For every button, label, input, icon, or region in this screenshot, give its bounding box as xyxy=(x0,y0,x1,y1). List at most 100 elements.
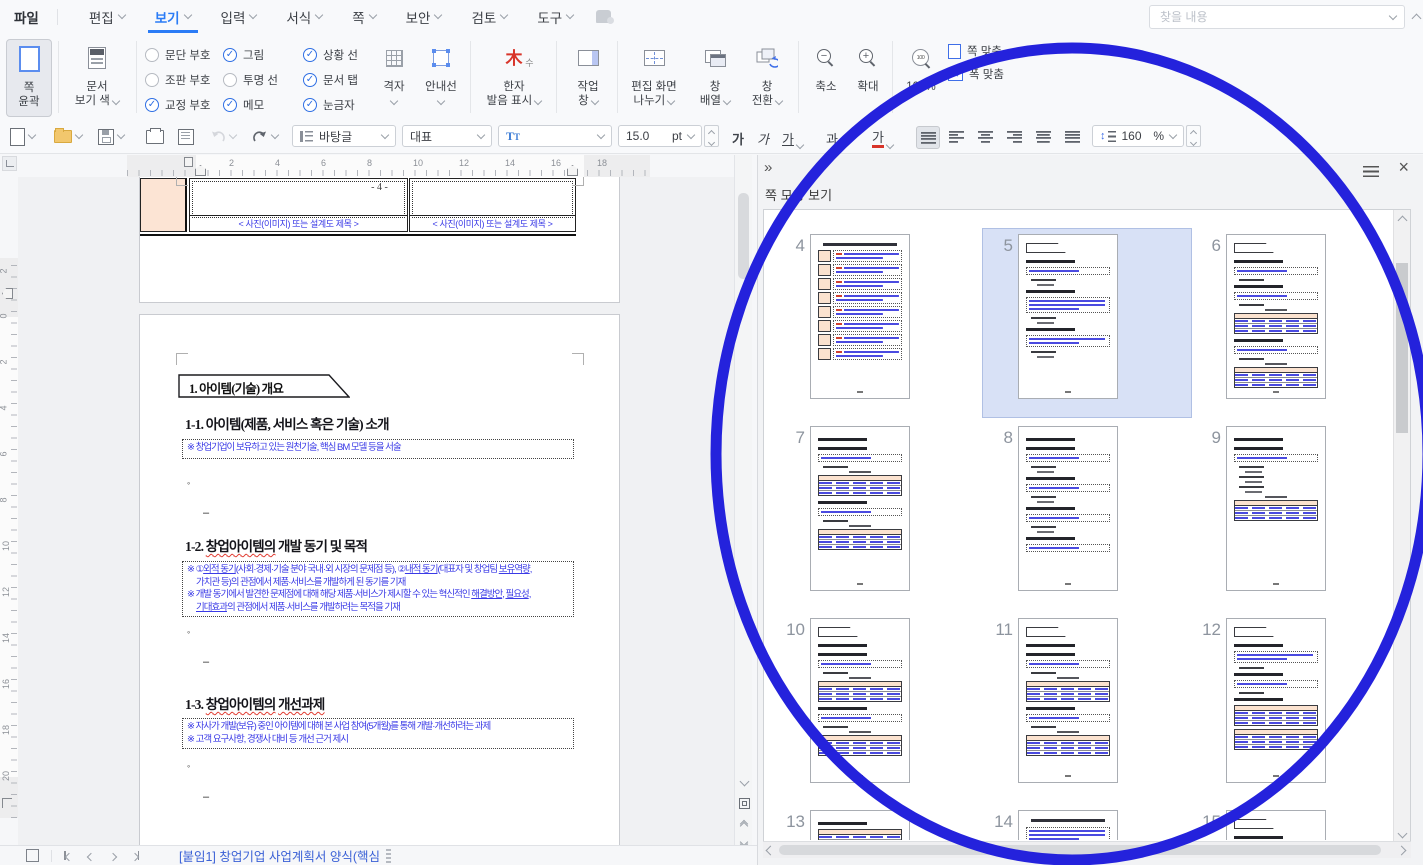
panel-close-icon[interactable]: × xyxy=(1398,157,1409,178)
font-combo[interactable]: TT xyxy=(498,125,612,147)
search-dropdown-icon[interactable] xyxy=(1389,11,1397,19)
panel-horizontal-scrollbar[interactable] xyxy=(763,841,1411,858)
page-thumbnail-13[interactable]: 13 xyxy=(775,805,983,840)
view-toggle-조판 부호[interactable]: 조판 부호 xyxy=(145,72,223,88)
char-overlap-button[interactable]: 과 xyxy=(826,126,847,150)
document-tab[interactable]: [붙임1] 창업기업 사업계획서 양식(핵심 xyxy=(179,846,380,865)
scrollbar-thumb[interactable] xyxy=(738,193,749,279)
menu-item-서식[interactable]: 서식 xyxy=(271,0,337,33)
italic-button[interactable]: 가 xyxy=(757,126,769,150)
spinner-down-icon[interactable] xyxy=(1190,138,1197,145)
page-thumbnail-8[interactable]: 8 xyxy=(983,421,1191,609)
heading-1-3[interactable]: 1-3. 창업아이템의 개선과제 xyxy=(185,693,325,713)
guideline-button[interactable]: 안내선 xyxy=(418,39,464,115)
grid-dropdown-icon[interactable] xyxy=(390,97,398,105)
guideline-dropdown-icon[interactable] xyxy=(437,97,445,105)
style-dropdown-icon[interactable] xyxy=(381,130,389,138)
page-thumbnail-11[interactable]: 11 xyxy=(983,613,1191,801)
redo-button[interactable] xyxy=(252,126,278,147)
search-box[interactable] xyxy=(1149,5,1405,29)
style-combo[interactable]: 바탕글 xyxy=(292,125,396,147)
task-pane-button[interactable]: 작업창 xyxy=(562,39,614,115)
guide-box-1-2[interactable]: ※ ①외적 동기(사회·경제·기술 분야 국내·외 시장의 문제점 등), ②내… xyxy=(182,561,574,617)
menu-file[interactable]: 파일 xyxy=(14,7,39,27)
open-button[interactable] xyxy=(54,126,82,147)
split-view-dropdown-icon[interactable] xyxy=(667,97,675,105)
font-color-button[interactable]: 가 xyxy=(872,126,893,150)
page-thumbnail-15[interactable]: 15 xyxy=(1191,805,1393,840)
zoom-100-button[interactable]: 100 100% xyxy=(898,39,944,115)
document-page-5[interactable]: 1. 아이템(기술) 개요 1-1. 아이템(제품, 서비스 혹은 기술) 소개… xyxy=(139,314,620,845)
grid-button[interactable]: 격자 xyxy=(374,39,414,115)
thumbnail-page[interactable] xyxy=(810,618,910,783)
underline-button[interactable]: 가 xyxy=(782,126,803,150)
panel-vertical-scrollbar[interactable] xyxy=(1393,210,1410,842)
fit-page-button[interactable]: 쪽 맞춤 xyxy=(948,43,1004,59)
save-dropdown-icon[interactable] xyxy=(117,131,125,139)
scrollbar-thumb[interactable] xyxy=(779,845,1381,855)
spinner-down-icon[interactable] xyxy=(708,138,715,145)
panel-menu-icon[interactable] xyxy=(1363,166,1379,177)
bold-button[interactable]: 가 xyxy=(732,126,744,150)
redo-dropdown-icon[interactable] xyxy=(271,131,279,139)
new-document-button[interactable] xyxy=(10,126,35,147)
spinner-up-icon[interactable] xyxy=(708,129,715,136)
page-view-button[interactable] xyxy=(736,795,752,811)
thumbnail-toggle-icon[interactable] xyxy=(26,849,39,862)
new-document-dropdown-icon[interactable] xyxy=(28,131,36,139)
panel-scroll-up-button[interactable] xyxy=(1394,210,1411,227)
window-switch-dropdown-icon[interactable] xyxy=(775,97,783,105)
font-size-spinner[interactable] xyxy=(704,125,719,147)
thumbnail-page[interactable] xyxy=(1018,234,1118,399)
last-tab-button[interactable] xyxy=(132,847,140,865)
search-input[interactable] xyxy=(1158,9,1390,25)
undo-button[interactable] xyxy=(210,126,236,147)
thumbnail-page[interactable] xyxy=(810,810,910,840)
thumbnail-page[interactable] xyxy=(1226,810,1326,840)
zoom-out-button[interactable]: − 축소 xyxy=(806,39,846,115)
prev-tab-button[interactable] xyxy=(88,847,94,865)
document-page-4[interactable]: < 사진(이미지) 또는 설계도 제목 > < 사진(이미지) 또는 설계도 제… xyxy=(139,177,620,303)
window-switch-button[interactable]: 창전환 xyxy=(744,39,790,115)
split-view-button[interactable]: 편집 화면나누기 xyxy=(623,39,685,115)
heading-1-1[interactable]: 1-1. 아이템(제품, 서비스 혹은 기술) 소개 xyxy=(185,413,389,433)
line-spacing-combo[interactable]: ↕160% xyxy=(1092,125,1184,147)
menu-item-도구[interactable]: 도구 xyxy=(522,0,588,33)
thumbnail-page[interactable] xyxy=(1018,618,1118,783)
menu-item-검토[interactable]: 검토 xyxy=(456,0,522,33)
thumbnail-page[interactable] xyxy=(810,426,910,591)
menu-item-쪽[interactable]: 쪽 xyxy=(337,0,390,33)
task-pane-dropdown-icon[interactable] xyxy=(591,97,599,105)
font-size-dropdown-icon[interactable] xyxy=(687,130,695,138)
doc-view-color-dropdown-icon[interactable] xyxy=(112,97,120,105)
page-thumbnail-12[interactable]: 12 xyxy=(1191,613,1393,801)
spinner-up-icon[interactable] xyxy=(1190,129,1197,136)
overlap-dropdown-icon[interactable] xyxy=(840,141,848,149)
page-thumbnail-6[interactable]: 6 xyxy=(1191,229,1393,417)
print-preview-button[interactable] xyxy=(178,126,194,147)
zoom-in-button[interactable]: + 확대 xyxy=(848,39,888,115)
align-center-button[interactable] xyxy=(974,126,996,147)
open-dropdown-icon[interactable] xyxy=(75,131,83,139)
ruler-corner-button[interactable] xyxy=(2,156,17,171)
guide-box-1-3[interactable]: ※ 자사가 개발(보유) 중인 아이템에 대해 본 사업 참여(5개월)를 통해… xyxy=(182,718,574,749)
page-thumbnail-4[interactable]: 4 xyxy=(775,229,983,417)
horizontal-ruler[interactable]: 24681012141618 xyxy=(18,155,734,177)
save-button[interactable] xyxy=(98,126,124,147)
fit-width-button[interactable]: ↔폭 맞춤 xyxy=(948,66,1004,82)
line-spacing-spinner[interactable] xyxy=(1186,125,1201,147)
view-toggle-상황 선[interactable]: ✓상황 선 xyxy=(303,47,373,63)
view-toggle-눈금자[interactable]: ✓눈금자 xyxy=(303,97,373,113)
view-toggle-문단 부호[interactable]: 문단 부호 xyxy=(145,47,223,63)
window-arrange-button[interactable]: 창배열 xyxy=(692,39,738,115)
page-thumbnail-14[interactable]: 14 xyxy=(983,805,1191,840)
font-dropdown-icon[interactable] xyxy=(597,130,605,138)
document-canvas[interactable]: < 사진(이미지) 또는 설계도 제목 > < 사진(이미지) 또는 설계도 제… xyxy=(18,177,734,845)
align-left-button[interactable] xyxy=(945,126,967,147)
undo-dropdown-icon[interactable] xyxy=(229,131,237,139)
next-tab-button[interactable] xyxy=(110,847,116,865)
view-toggle-투명 선[interactable]: 투명 선 xyxy=(223,72,301,88)
print-button[interactable] xyxy=(146,126,164,147)
line-spacing-dropdown-icon[interactable] xyxy=(1169,130,1177,138)
previous-page-button[interactable] xyxy=(736,817,752,833)
